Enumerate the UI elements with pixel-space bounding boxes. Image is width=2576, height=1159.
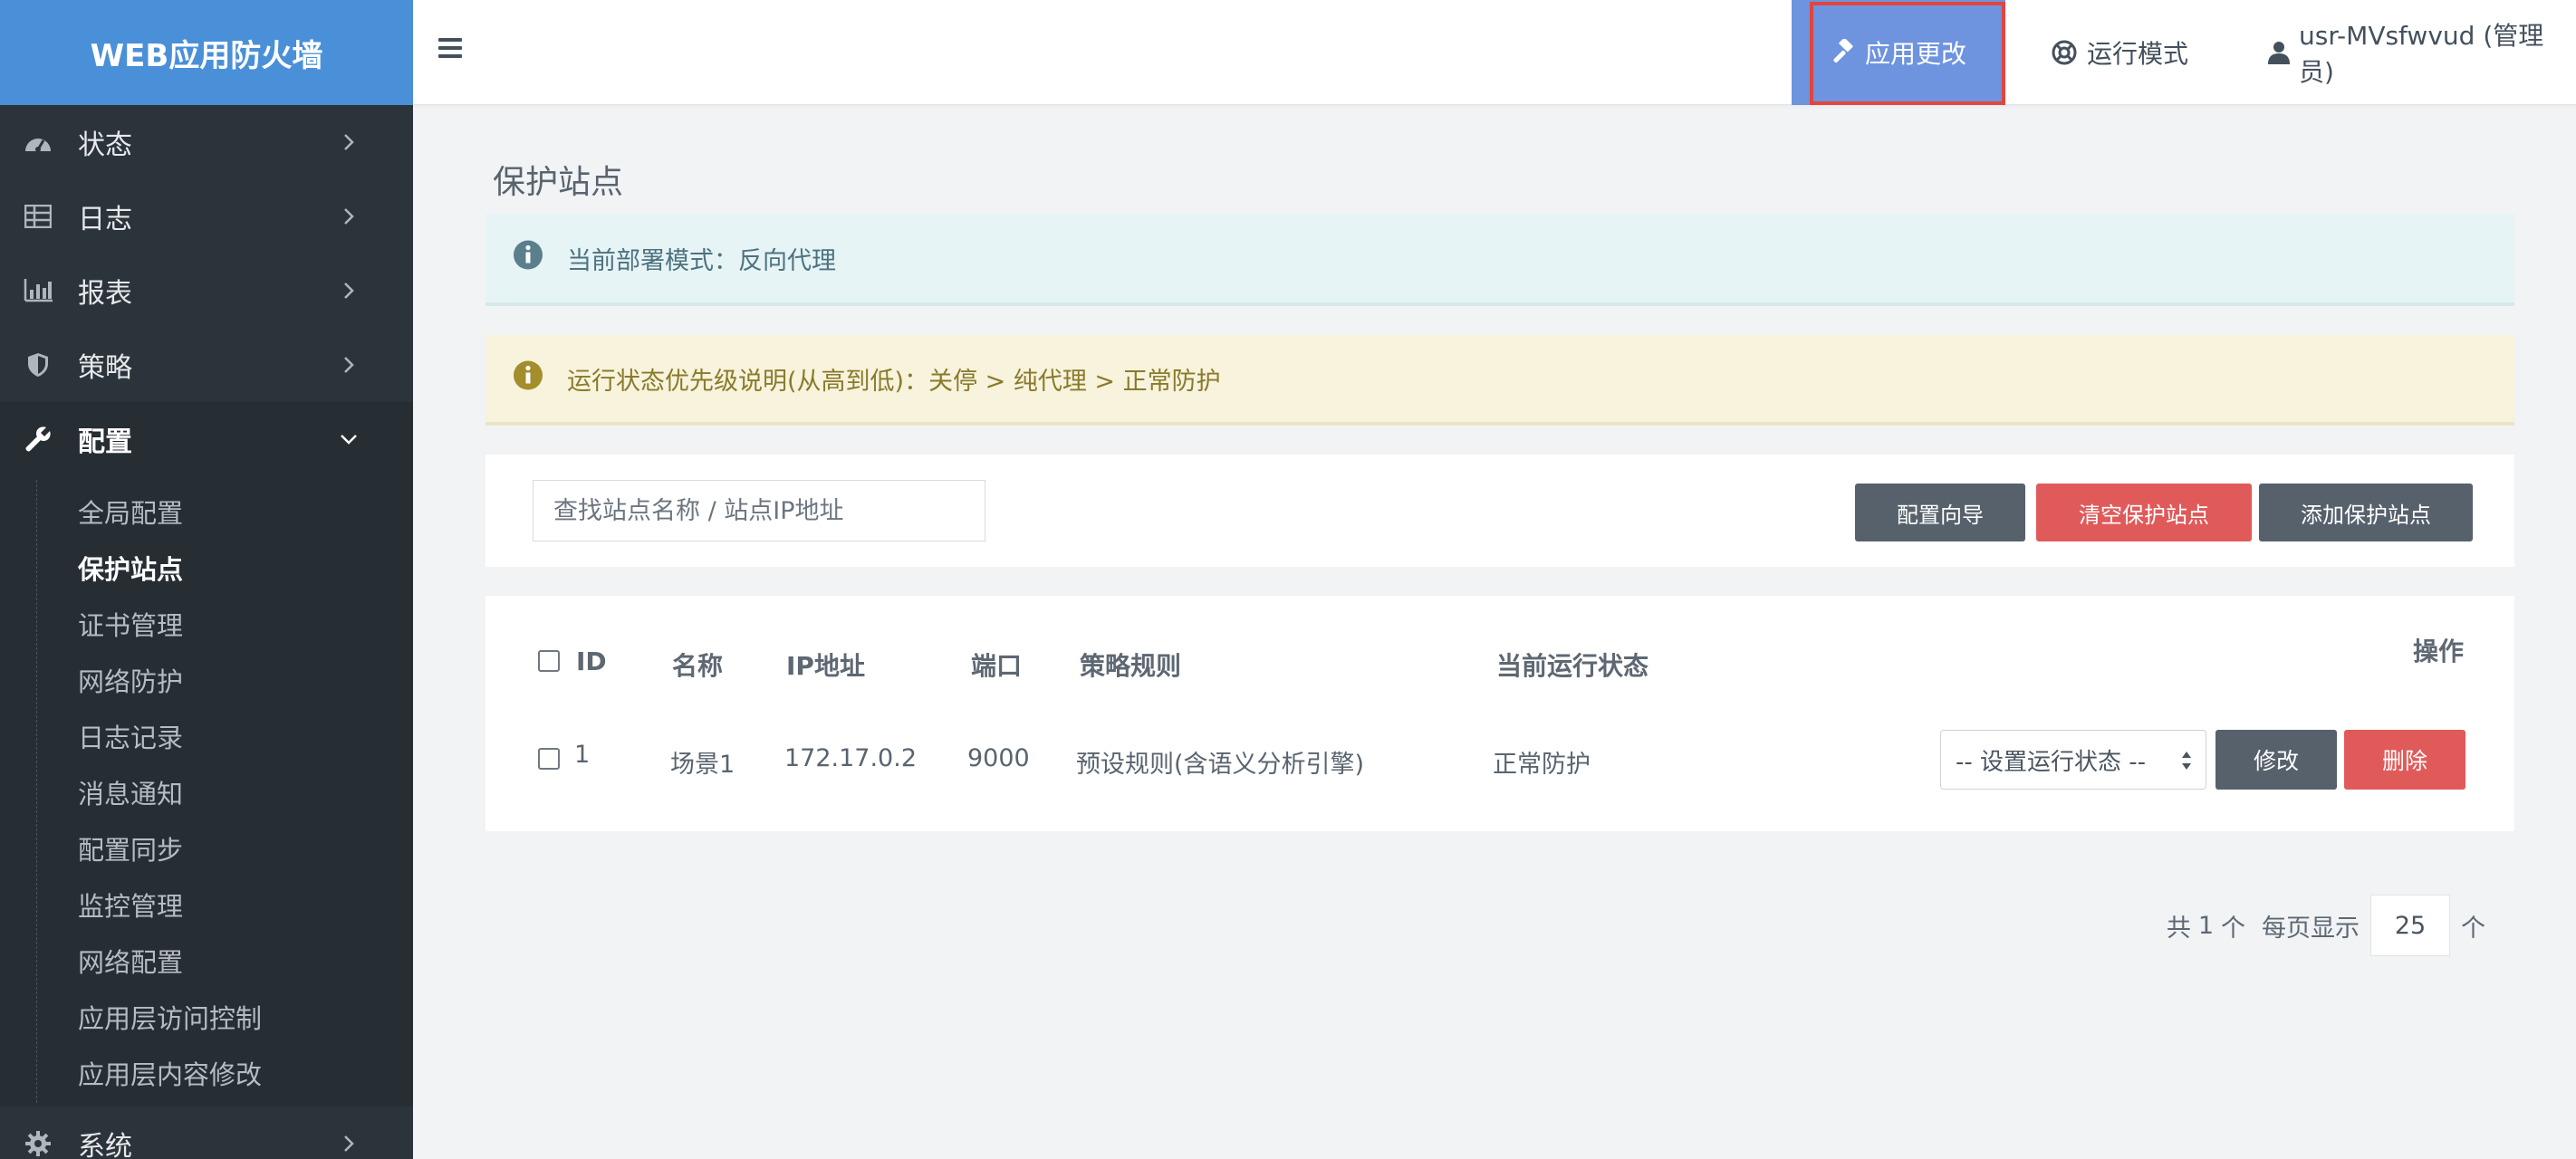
column-header-name: 名称 (672, 651, 724, 681)
column-header-status: 当前运行状态 (1496, 651, 1649, 681)
top-bar: 应用更改 运行模式 usr-MVsfwvud (管理员) (413, 0, 2576, 105)
sites-table: ID 名称 IP地址 端口 策略规则 当前运行状态 操作 1 场景1 172.1… (485, 596, 2514, 831)
run-state-select-value: -- 设置运行状态 -- (1956, 748, 2147, 776)
table-icon (22, 200, 54, 233)
sidebar-item-label: 策略 (78, 352, 132, 384)
gear-icon (22, 1127, 54, 1159)
column-header-id: ID (576, 647, 607, 676)
chevron-right-icon (339, 206, 359, 226)
sidebar-item-reports[interactable]: 报表 (0, 254, 413, 328)
run-mode-label: 运行模式 (2087, 39, 2189, 69)
user-menu[interactable]: usr-MVsfwvud (管理员) (2268, 0, 2576, 105)
sidebar-item-status[interactable]: 状态 (0, 105, 413, 179)
user-icon (2268, 40, 2290, 65)
sidebar-item-label: 配置 (78, 426, 132, 458)
highlight-box (1810, 2, 2005, 105)
sidebar-item-system[interactable]: 系统 (0, 1106, 413, 1159)
sidebar-item-label: 日志 (78, 204, 132, 235)
search-input[interactable] (533, 480, 985, 541)
row-status: 正常防护 (1493, 751, 1591, 779)
sidebar-sub-access-control[interactable]: 应用层访问控制 (0, 989, 413, 1045)
sidebar-sub-network-config[interactable]: 网络配置 (0, 933, 413, 989)
user-label: usr-MVsfwvud (管理员) (2299, 21, 2544, 87)
run-mode-link[interactable]: 运行模式 (2051, 0, 2188, 105)
sidebar-sub-monitoring[interactable]: 监控管理 (0, 876, 413, 933)
page-size-input[interactable]: 25 (2370, 895, 2450, 956)
sidebar-item-logs[interactable]: 日志 (0, 179, 413, 254)
chevron-right-icon (339, 132, 359, 152)
select-all-checkbox[interactable] (538, 650, 560, 672)
info-icon (513, 360, 543, 398)
sidebar-sub-network-protection[interactable]: 网络防护 (0, 652, 413, 708)
sidebar-sub-cert-management[interactable]: 证书管理 (0, 596, 413, 652)
row-id: 1 (574, 741, 591, 769)
apply-changes-button[interactable]: 应用更改 (1792, 0, 2005, 105)
app-title[interactable]: WEB应用防火墙 (0, 0, 413, 105)
row-ip: 172.17.0.2 (784, 744, 917, 772)
page-title: 保护站点 (493, 164, 624, 201)
select-arrows-icon (2180, 749, 2193, 772)
chevron-right-icon (339, 1134, 359, 1154)
sidebar-item-label: 状态 (78, 129, 132, 161)
chevron-right-icon (339, 281, 359, 301)
sidebar-item-config[interactable]: 配置 (0, 402, 413, 476)
column-header-port: 端口 (971, 651, 1023, 681)
total-prefix: 共 (2166, 914, 2191, 943)
column-header-policy: 策略规则 (1080, 651, 1182, 681)
row-port: 9000 (967, 744, 1030, 772)
pagination: 共 1 个 每页显示 25 个 (2167, 895, 2485, 956)
wrench-icon (22, 423, 54, 455)
deploy-mode-alert: 当前部署模式：反向代理 (485, 214, 2514, 306)
sidebar-item-label: 系统 (78, 1131, 132, 1159)
row-name: 场景1 (670, 751, 735, 779)
sidebar-sub-notifications[interactable]: 消息通知 (0, 764, 413, 820)
total-unit: 个 (2221, 914, 2245, 943)
column-header-ip: IP地址 (786, 651, 865, 681)
row-checkbox[interactable] (538, 748, 560, 770)
sidebar-sub-content-modify[interactable]: 应用层内容修改 (0, 1045, 413, 1101)
sidebar-item-policy[interactable]: 策略 (0, 328, 413, 402)
sidebar: WEB应用防火墙 状态 日志 报表 策略 配置 全局配置 保护站点 证书管理 网… (0, 0, 413, 1159)
bar-chart-icon (22, 274, 54, 307)
priority-text: 运行状态优先级说明(从高到低)：关停 > 纯代理 > 正常防护 (567, 367, 1221, 396)
delete-button[interactable]: 删除 (2344, 730, 2465, 790)
total-count: 1 (2197, 911, 2214, 940)
sidebar-item-label: 报表 (78, 278, 132, 310)
clear-sites-button[interactable]: 清空保护站点 (2036, 484, 2252, 541)
sidebar-sub-global-config[interactable]: 全局配置 (0, 484, 413, 540)
main-content: 保护站点 当前部署模式：反向代理 运行状态优先级说明(从高到低)：关停 > 纯代… (413, 105, 2576, 1159)
config-wizard-button[interactable]: 配置向导 (1855, 484, 2025, 541)
dashboard-icon (22, 126, 54, 158)
info-icon (513, 240, 543, 277)
deploy-mode-text: 当前部署模式：反向代理 (567, 246, 836, 275)
menu-toggle-icon[interactable] (438, 38, 462, 62)
per-page-label: 每页显示 (2262, 914, 2360, 943)
sidebar-sub-protected-sites[interactable]: 保护站点 (0, 540, 413, 596)
chevron-down-icon (339, 429, 359, 449)
column-header-ops: 操作 (2413, 637, 2465, 666)
chevron-right-icon (339, 355, 359, 375)
edit-button[interactable]: 修改 (2216, 730, 2337, 790)
config-submenu: 全局配置 保护站点 证书管理 网络防护 日志记录 消息通知 配置同步 监控管理 … (0, 476, 413, 1106)
toolbar: 配置向导 清空保护站点 添加保护站点 (485, 455, 2514, 567)
sidebar-sub-config-sync[interactable]: 配置同步 (0, 820, 413, 876)
priority-alert: 运行状态优先级说明(从高到低)：关停 > 纯代理 > 正常防护 (485, 335, 2514, 426)
page-size-unit: 个 (2461, 914, 2485, 943)
add-site-button[interactable]: 添加保护站点 (2259, 484, 2473, 541)
sidebar-sub-log-records[interactable]: 日志记录 (0, 708, 413, 764)
run-state-select[interactable]: -- 设置运行状态 -- (1940, 730, 2206, 790)
shield-icon (22, 349, 54, 381)
row-policy: 预设规则(含语义分析引擎) (1076, 751, 1365, 779)
lifebuoy-icon (2051, 39, 2078, 66)
